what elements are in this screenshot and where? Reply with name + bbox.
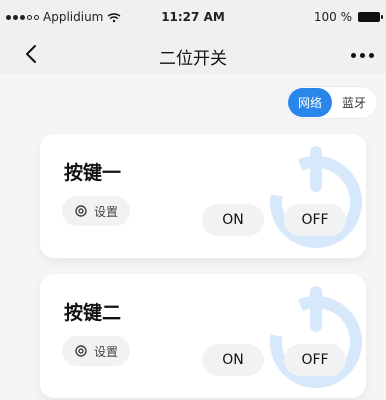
navigation-bar: 二位开关: [0, 34, 386, 74]
settings-label: 设置: [94, 204, 119, 219]
power-icon: [270, 286, 362, 388]
status-right: 100 %: [313, 10, 383, 24]
toggle-bluetooth[interactable]: 蓝牙: [332, 88, 376, 117]
settings-button[interactable]: 设置: [62, 196, 131, 226]
status-bar: Applidium 11:27 AM 100 %: [0, 0, 386, 34]
card-title: 按键二: [64, 302, 122, 324]
power-icon: [270, 146, 362, 248]
battery-icon: [358, 12, 383, 22]
on-button[interactable]: ON: [202, 344, 264, 376]
settings-button[interactable]: 设置: [62, 336, 131, 366]
page-title: 二位开关: [159, 49, 227, 69]
on-button[interactable]: ON: [202, 204, 264, 236]
card-title: 按键一: [64, 162, 122, 184]
more-icon: [350, 52, 356, 58]
off-button[interactable]: OFF: [284, 344, 346, 376]
gear-icon: [74, 344, 88, 358]
settings-label: 设置: [94, 344, 119, 359]
off-button[interactable]: OFF: [284, 204, 346, 236]
gear-icon: [74, 204, 88, 218]
switch-card: 按键一 设置 ON OFF: [40, 134, 366, 258]
more-button[interactable]: [348, 48, 376, 62]
mode-toggle: 网络 蓝牙: [285, 86, 378, 119]
battery-percent: 100 %: [313, 10, 352, 24]
switch-card: 按键二 设置 ON OFF: [40, 274, 366, 398]
toggle-network[interactable]: 网络: [287, 88, 332, 117]
